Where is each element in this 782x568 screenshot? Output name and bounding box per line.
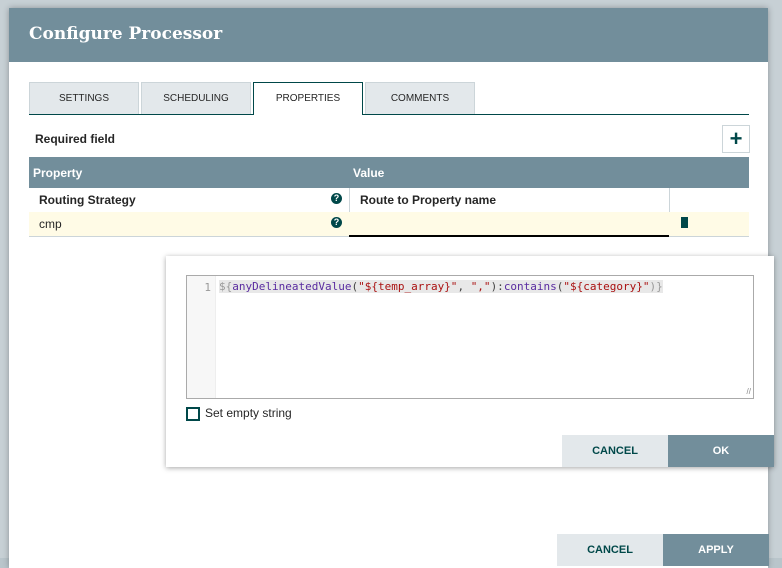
required-field-label: Required field <box>35 132 115 146</box>
token: , <box>457 280 470 293</box>
set-empty-string-checkbox[interactable] <box>186 407 200 421</box>
dialog-header: Configure Processor <box>9 8 768 62</box>
line-gutter: 1 <box>187 276 216 398</box>
set-empty-string-label[interactable]: Set empty string <box>205 406 292 420</box>
token: "${category}" <box>563 280 649 293</box>
tab-settings[interactable]: SETTINGS <box>29 82 139 114</box>
column-divider <box>349 188 350 212</box>
apply-button[interactable]: APPLY <box>663 534 769 566</box>
table-header: Property Value <box>29 157 749 188</box>
token: ): <box>491 280 504 293</box>
property-name: cmp <box>39 217 62 231</box>
help-icon[interactable]: ? <box>331 193 342 204</box>
resize-handle-icon[interactable]: // <box>747 387 751 396</box>
table-row[interactable]: cmp ? <box>29 212 749 237</box>
help-icon[interactable]: ? <box>331 217 342 228</box>
tab-scheduling[interactable]: SCHEDULING <box>141 82 251 114</box>
token: )} <box>650 280 663 293</box>
editor-ok-button[interactable]: OK <box>668 435 774 467</box>
expression-editor[interactable]: 1 ${anyDelineatedValue("${temp_array}", … <box>186 275 754 399</box>
add-property-button[interactable]: + <box>722 125 750 153</box>
token: anyDelineatedValue <box>232 280 351 293</box>
column-divider <box>669 188 670 212</box>
trash-icon[interactable] <box>681 217 688 228</box>
code-line[interactable]: ${anyDelineatedValue("${temp_array}", ",… <box>219 280 663 293</box>
tab-properties[interactable]: PROPERTIES <box>253 82 363 115</box>
line-number: 1 <box>204 281 211 294</box>
table-row[interactable]: Routing Strategy ? Route to Property nam… <box>29 188 749 213</box>
token: "," <box>471 280 491 293</box>
token: "${temp_array}" <box>358 280 457 293</box>
property-value-editor-popup: 1 ${anyDelineatedValue("${temp_array}", … <box>166 256 774 467</box>
column-header-property: Property <box>33 166 82 180</box>
property-value[interactable]: Route to Property name <box>360 193 496 207</box>
property-value-cell[interactable] <box>349 212 669 237</box>
column-header-value: Value <box>353 166 384 180</box>
cancel-button[interactable]: CANCEL <box>557 534 663 566</box>
token: contains <box>504 280 557 293</box>
tab-comments[interactable]: COMMENTS <box>365 82 475 114</box>
dialog-title: Configure Processor <box>29 24 222 44</box>
property-name: Routing Strategy <box>39 193 136 207</box>
token: ${ <box>219 280 232 293</box>
tab-divider <box>29 114 749 115</box>
editor-cancel-button[interactable]: CANCEL <box>562 435 668 467</box>
